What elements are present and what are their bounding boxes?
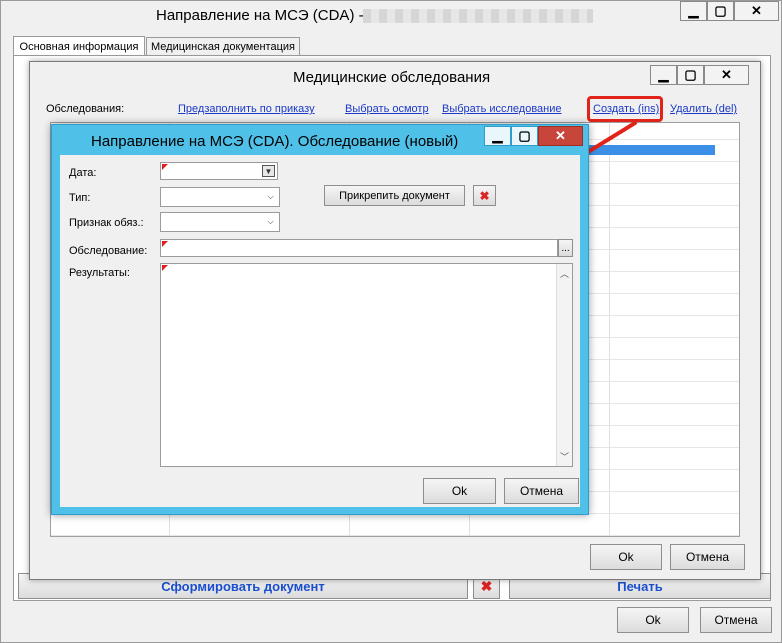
exams-minimize-button[interactable]: ▁ bbox=[650, 65, 677, 85]
required-marker bbox=[162, 241, 168, 247]
required-marker bbox=[162, 265, 168, 271]
dialog-ok-button[interactable]: Ok bbox=[423, 478, 496, 504]
date-dropdown-button[interactable]: ▼ bbox=[262, 165, 275, 177]
results-textarea[interactable]: ︿ ﹀ bbox=[160, 263, 573, 467]
type-label: Тип: bbox=[69, 192, 91, 204]
exams-ok-button[interactable]: Ok bbox=[590, 544, 662, 570]
dialog-maximize-button[interactable]: ▢ bbox=[511, 126, 538, 146]
remove-attachment-button[interactable]: ✖ bbox=[473, 185, 496, 206]
prefill-by-order-link[interactable]: Предзаполнить по приказу bbox=[178, 103, 315, 115]
main-cancel-button[interactable]: Отмена bbox=[700, 607, 772, 633]
main-window-title: Направление на МСЭ (CDA) - bbox=[156, 7, 364, 24]
tab-main-info-label: Основная информация bbox=[19, 40, 139, 53]
main-title-bar: Направление на МСЭ (CDA) - ▁ ▢ ✕ bbox=[1, 1, 781, 31]
scroll-down-icon[interactable]: ﹀ bbox=[560, 450, 569, 463]
dialog-minimize-button[interactable]: ▁ bbox=[484, 126, 511, 146]
minimize-button[interactable]: ▁ bbox=[680, 1, 707, 21]
tab-main-info[interactable]: Основная информация bbox=[13, 36, 145, 56]
close-button[interactable]: ✕ bbox=[734, 1, 779, 21]
delete-link[interactable]: Удалить (del) bbox=[670, 103, 737, 115]
exams-window-title: Медицинские обследования bbox=[293, 69, 491, 86]
scroll-up-icon[interactable]: ︿ bbox=[560, 267, 569, 280]
select-checkup-link[interactable]: Выбрать осмотр bbox=[345, 103, 429, 115]
results-scrollbar[interactable]: ︿ ﹀ bbox=[556, 264, 572, 466]
exams-close-button[interactable]: ✕ bbox=[704, 65, 749, 85]
new-exam-dialog-title: Направление на МСЭ (CDA). Обследование (… bbox=[91, 133, 459, 150]
redacted-block bbox=[363, 9, 593, 23]
dialog-close-button[interactable]: ✕ bbox=[538, 126, 583, 146]
date-field[interactable]: ▼ bbox=[160, 162, 278, 180]
exams-cancel-button[interactable]: Отмена bbox=[670, 544, 745, 570]
exam-lookup-button[interactable]: ... bbox=[558, 239, 573, 257]
main-ok-button[interactable]: Ok bbox=[617, 607, 689, 633]
tab-medical-docs-label: Медицинская документация bbox=[151, 40, 295, 53]
delete-x-icon: ✖ bbox=[479, 188, 490, 203]
chevron-down-icon: ⌵ bbox=[267, 192, 274, 201]
dialog-cancel-button[interactable]: Отмена bbox=[504, 478, 579, 504]
exams-maximize-button[interactable]: ▢ bbox=[677, 65, 704, 85]
chevron-down-icon: ⌵ bbox=[267, 217, 274, 226]
mandatory-label: Признак обяз.: bbox=[69, 217, 144, 229]
exam-field[interactable] bbox=[160, 239, 558, 257]
new-exam-dialog: Направление на МСЭ (CDA). Обследование (… bbox=[51, 124, 589, 515]
exam-label: Обследование: bbox=[69, 245, 148, 257]
results-label: Результаты: bbox=[69, 267, 130, 279]
maximize-button[interactable]: ▢ bbox=[707, 1, 734, 21]
select-study-link[interactable]: Выбрать исследование bbox=[442, 103, 562, 115]
attach-document-button[interactable]: Прикрепить документ bbox=[324, 185, 465, 206]
new-exam-dialog-body: Дата: ▼ Тип: ⌵ Признак обяз.: ⌵ Прикрепи… bbox=[60, 155, 580, 507]
type-select[interactable]: ⌵ bbox=[160, 187, 280, 207]
required-marker bbox=[162, 164, 168, 170]
tab-medical-docs[interactable]: Медицинская документация bbox=[146, 37, 300, 55]
delete-x-icon: ✖ bbox=[480, 577, 493, 594]
date-label: Дата: bbox=[69, 167, 97, 179]
mandatory-select[interactable]: ⌵ bbox=[160, 212, 280, 232]
exams-label: Обследования: bbox=[46, 103, 125, 115]
